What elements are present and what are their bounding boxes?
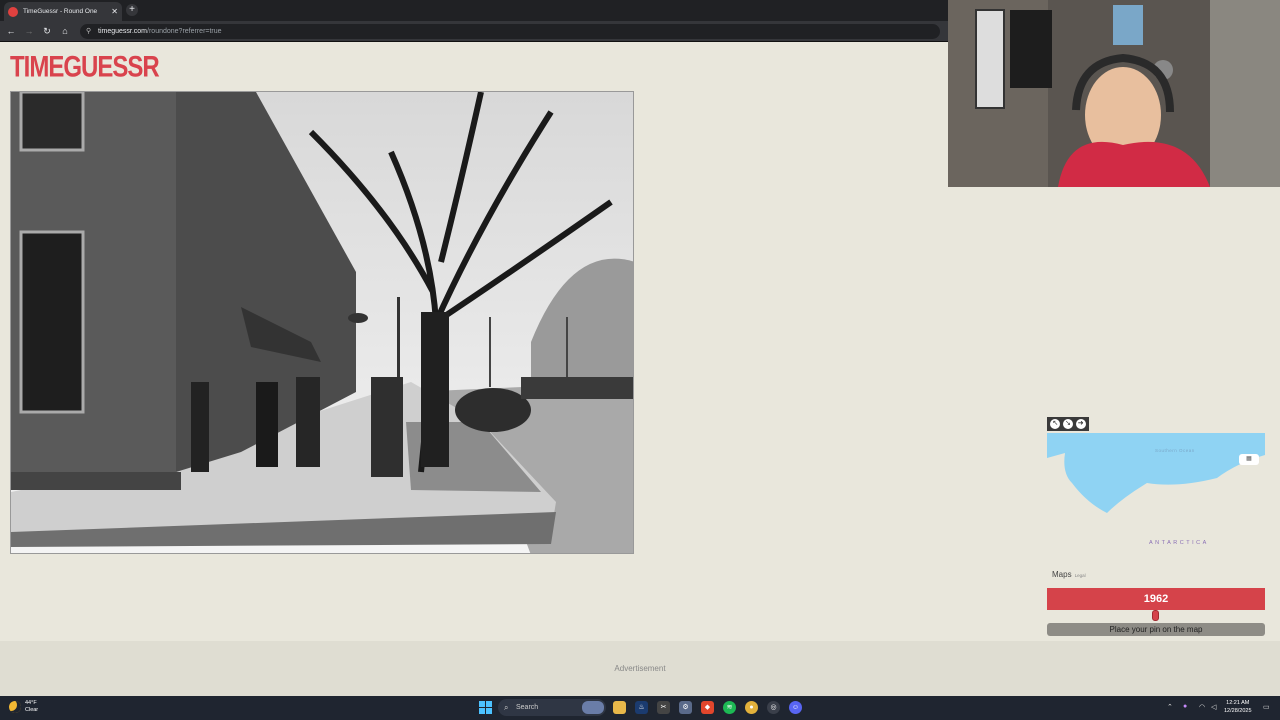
- continent-label: ANTARCTICA: [1149, 540, 1209, 546]
- forward-icon[interactable]: →: [23, 25, 35, 37]
- chrome-icon[interactable]: ●: [745, 701, 758, 714]
- file-explorer-icon[interactable]: [613, 701, 626, 714]
- shrink-map-icon[interactable]: ↘: [1062, 419, 1073, 429]
- show-hidden-icons-icon[interactable]: ⌃: [1167, 703, 1173, 711]
- search-icon: ⌕: [504, 703, 509, 712]
- map-layers-icon[interactable]: ▦: [1239, 454, 1259, 465]
- advertisement-label: Advertisement: [614, 664, 666, 673]
- place-pin-button[interactable]: Place your pin on the map: [1047, 623, 1265, 636]
- system-clock[interactable]: 12:21 AM 12/28/2025: [1224, 699, 1252, 715]
- expand-map-icon[interactable]: ↖: [1050, 419, 1061, 429]
- clock-date: 12/28/2025: [1224, 708, 1252, 714]
- legal-link[interactable]: Legal: [1075, 573, 1086, 578]
- wifi-icon[interactable]: ◠: [1199, 703, 1205, 711]
- tab-title: TimeGuessr - Round One: [23, 8, 98, 15]
- back-icon[interactable]: ←: [5, 25, 17, 37]
- maps-brand-label: Maps: [1052, 570, 1072, 579]
- discord-icon[interactable]: ☺: [789, 701, 802, 714]
- windows-start-icon[interactable]: [479, 701, 492, 714]
- clock-time: 12:21 AM: [1226, 700, 1250, 706]
- settings-gear-icon[interactable]: ⚙: [679, 701, 692, 714]
- brave-icon[interactable]: ◆: [701, 701, 714, 714]
- spotify-icon[interactable]: ≋: [723, 701, 736, 714]
- steam-icon[interactable]: ♨: [635, 701, 648, 714]
- volume-icon[interactable]: ◁: [1211, 703, 1216, 711]
- obs-icon[interactable]: ◎: [767, 701, 780, 714]
- taskbar: 44°F Clear ⌕ Search ♨ ✂ ⚙ ◆ ≋ ● ◎ ☺ ⌃ ● …: [0, 696, 1280, 720]
- reload-icon[interactable]: ↻: [41, 25, 53, 37]
- url-field[interactable]: ⚲ timeguessr.com/roundone?referrer=true: [80, 24, 940, 39]
- microphone-icon[interactable]: ●: [1183, 703, 1187, 710]
- notifications-icon[interactable]: ▭: [1263, 703, 1270, 711]
- url-path: /roundone?referrer=true: [147, 28, 222, 35]
- weather-temp: 44°F: [25, 700, 37, 706]
- weather-widget[interactable]: 44°F Clear: [25, 700, 38, 714]
- webcam-overlay: [948, 0, 1280, 187]
- guess-map-panel: ↖ ↘ ➜ Southern Ocean ANTARCTICA ▦: [1047, 417, 1265, 582]
- weather-condition: Clear: [25, 707, 39, 713]
- site-info-icon[interactable]: ⚲: [86, 28, 94, 36]
- guess-map[interactable]: Southern Ocean ANTARCTICA ▦: [1047, 433, 1265, 563]
- close-tab-icon[interactable]: ✕: [111, 7, 118, 16]
- url-host: timeguessr.com: [98, 28, 148, 35]
- year-slider-handle[interactable]: [1152, 610, 1159, 621]
- map-toolbar: ↖ ↘ ➜: [1047, 417, 1089, 431]
- pin-map-icon[interactable]: ➜: [1075, 419, 1086, 429]
- taskbar-search-label: Search: [516, 704, 539, 711]
- home-icon[interactable]: ⌂: [59, 25, 71, 37]
- street-scene-image: [11, 92, 633, 553]
- new-tab-button[interactable]: +: [126, 4, 138, 16]
- advertisement-area: Advertisement: [0, 641, 1280, 696]
- round-photo: [10, 91, 634, 554]
- timeguessr-logo[interactable]: TIMEGUESSR: [10, 50, 160, 85]
- year-display: 1962: [1047, 588, 1265, 610]
- taskbar-search[interactable]: ⌕ Search: [498, 699, 606, 716]
- apple-maps-attribution: Maps Legal: [1052, 570, 1086, 579]
- ocean-label: Southern Ocean: [1155, 448, 1195, 453]
- browser-tab[interactable]: TimeGuessr - Round One ✕: [4, 2, 122, 21]
- capcut-icon[interactable]: ✂: [657, 701, 670, 714]
- search-highlight-icon: [582, 701, 604, 714]
- timeguessr-favicon-icon: [8, 6, 18, 17]
- weather-moon-icon[interactable]: [9, 701, 21, 713]
- webcam-image: [948, 0, 1280, 187]
